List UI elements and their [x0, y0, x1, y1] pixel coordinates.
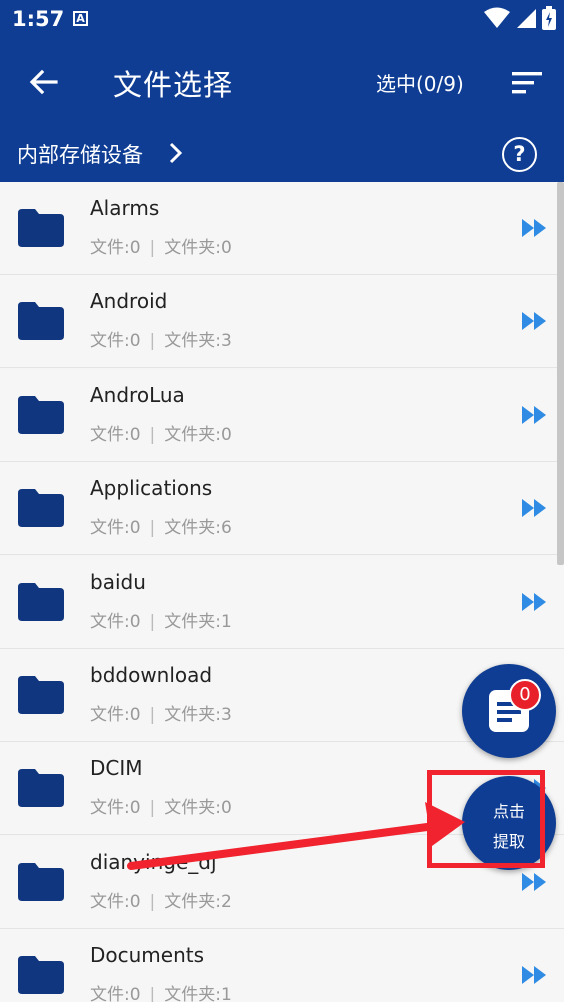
separator: | — [149, 892, 156, 912]
file-meta: 文件:0 | 文件夹:0 — [90, 793, 232, 818]
folder-count: 文件夹:3 — [164, 705, 232, 725]
status-icons — [483, 6, 556, 34]
file-count: 文件:0 — [90, 705, 141, 725]
file-name: bddownload — [90, 663, 213, 687]
separator: | — [149, 705, 156, 725]
file-meta: 文件:0 | 文件夹:1 — [90, 980, 232, 1002]
folder-count: 文件夹:0 — [164, 425, 232, 445]
file-count: 文件:0 — [90, 612, 141, 632]
sort-icon[interactable] — [506, 62, 546, 102]
page-title: 文件选择 — [113, 68, 234, 102]
folder-count: 文件夹:3 — [164, 331, 232, 351]
file-meta: 文件:0 | 文件夹:1 — [90, 607, 232, 632]
file-count: 文件:0 — [90, 892, 141, 912]
file-count: 文件:0 — [90, 518, 141, 538]
folder-count: 文件夹:0 — [164, 798, 232, 818]
file-name: Alarms — [90, 196, 160, 220]
separator: | — [149, 238, 156, 258]
annotation-highlight-box — [427, 770, 545, 868]
selection-count-badge: 0 — [509, 679, 541, 711]
folder-count: 文件夹:1 — [164, 985, 232, 1002]
folder-count: 文件夹:1 — [164, 612, 232, 632]
folder-count: 文件夹:6 — [164, 518, 232, 538]
help-button[interactable]: ? — [502, 137, 537, 172]
folder-count: 文件夹:0 — [164, 238, 232, 258]
fast-forward-icon[interactable] — [520, 870, 550, 894]
app-header: 1:57 A 文件选择 选中(0/9) 内部存储设备 ? — [0, 0, 564, 182]
separator: | — [149, 985, 156, 1002]
status-time: 1:57 — [12, 7, 65, 31]
folder-icon — [18, 956, 64, 994]
fast-forward-icon[interactable] — [520, 216, 550, 240]
file-count: 文件:0 — [90, 985, 141, 1002]
folder-icon — [18, 769, 64, 807]
file-meta: 文件:0 | 文件夹:2 — [90, 887, 232, 912]
selected-list-fab[interactable] — [462, 664, 556, 758]
file-name: Applications — [90, 476, 213, 500]
file-count: 文件:0 — [90, 425, 141, 445]
folder-icon — [18, 583, 64, 621]
file-name: Documents — [90, 943, 205, 967]
file-meta: 文件:0 | 文件夹:3 — [90, 700, 232, 725]
file-count: 文件:0 — [90, 331, 141, 351]
file-meta: 文件:0 | 文件夹:0 — [90, 233, 232, 258]
list-item[interactable]: AndroLua 文件:0 | 文件夹:0 — [0, 369, 564, 462]
separator: | — [149, 425, 156, 445]
file-count: 文件:0 — [90, 798, 141, 818]
status-bar: 1:57 A — [0, 0, 564, 40]
folder-icon — [18, 863, 64, 901]
fast-forward-icon[interactable] — [520, 496, 550, 520]
file-meta: 文件:0 | 文件夹:0 — [90, 420, 232, 445]
scrollbar[interactable] — [557, 182, 564, 565]
file-name: DCIM — [90, 756, 143, 780]
folder-icon — [18, 209, 64, 247]
list-item[interactable]: Android 文件:0 | 文件夹:3 — [0, 275, 564, 368]
file-name: Android — [90, 289, 168, 313]
chevron-right-icon — [169, 142, 183, 164]
file-count: 文件:0 — [90, 238, 141, 258]
separator: | — [149, 798, 156, 818]
current-path[interactable]: 内部存储设备 — [17, 139, 143, 169]
folder-icon — [18, 676, 64, 714]
path-breadcrumb: 内部存储设备 — [0, 124, 564, 182]
fast-forward-icon[interactable] — [520, 309, 550, 333]
battery-icon — [542, 6, 556, 30]
list-item[interactable]: Documents 文件:0 | 文件夹:1 — [0, 929, 564, 1002]
folder-icon — [18, 489, 64, 527]
file-list: Alarms 文件:0 | 文件夹:0 Android 文件:0 | 文件夹:3 And… — [0, 182, 564, 1002]
list-item[interactable]: baidu 文件:0 | 文件夹:1 — [0, 556, 564, 649]
list-item[interactable]: Applications 文件:0 | 文件夹:6 — [0, 462, 564, 555]
toolbar: 文件选择 选中(0/9) — [0, 40, 564, 124]
fast-forward-icon[interactable] — [520, 590, 550, 614]
folder-icon — [18, 396, 64, 434]
file-meta: 文件:0 | 文件夹:6 — [90, 513, 232, 538]
fast-forward-icon[interactable] — [520, 403, 550, 427]
fast-forward-icon[interactable] — [520, 963, 550, 987]
signal-icon — [516, 9, 536, 28]
back-arrow-icon[interactable] — [20, 58, 68, 106]
separator: | — [149, 518, 156, 538]
folder-count: 文件夹:2 — [164, 892, 232, 912]
file-name: AndroLua — [90, 383, 185, 407]
separator: | — [149, 612, 156, 632]
wifi-icon — [483, 7, 510, 28]
separator: | — [149, 331, 156, 351]
notification-indicator-icon: A — [73, 11, 88, 26]
selected-count: 选中(0/9) — [376, 72, 464, 96]
file-name: baidu — [90, 570, 146, 594]
folder-icon — [18, 302, 64, 340]
list-item[interactable]: Alarms 文件:0 | 文件夹:0 — [0, 182, 564, 275]
file-meta: 文件:0 | 文件夹:3 — [90, 326, 232, 351]
file-name: dianyinge_dj — [90, 850, 217, 874]
